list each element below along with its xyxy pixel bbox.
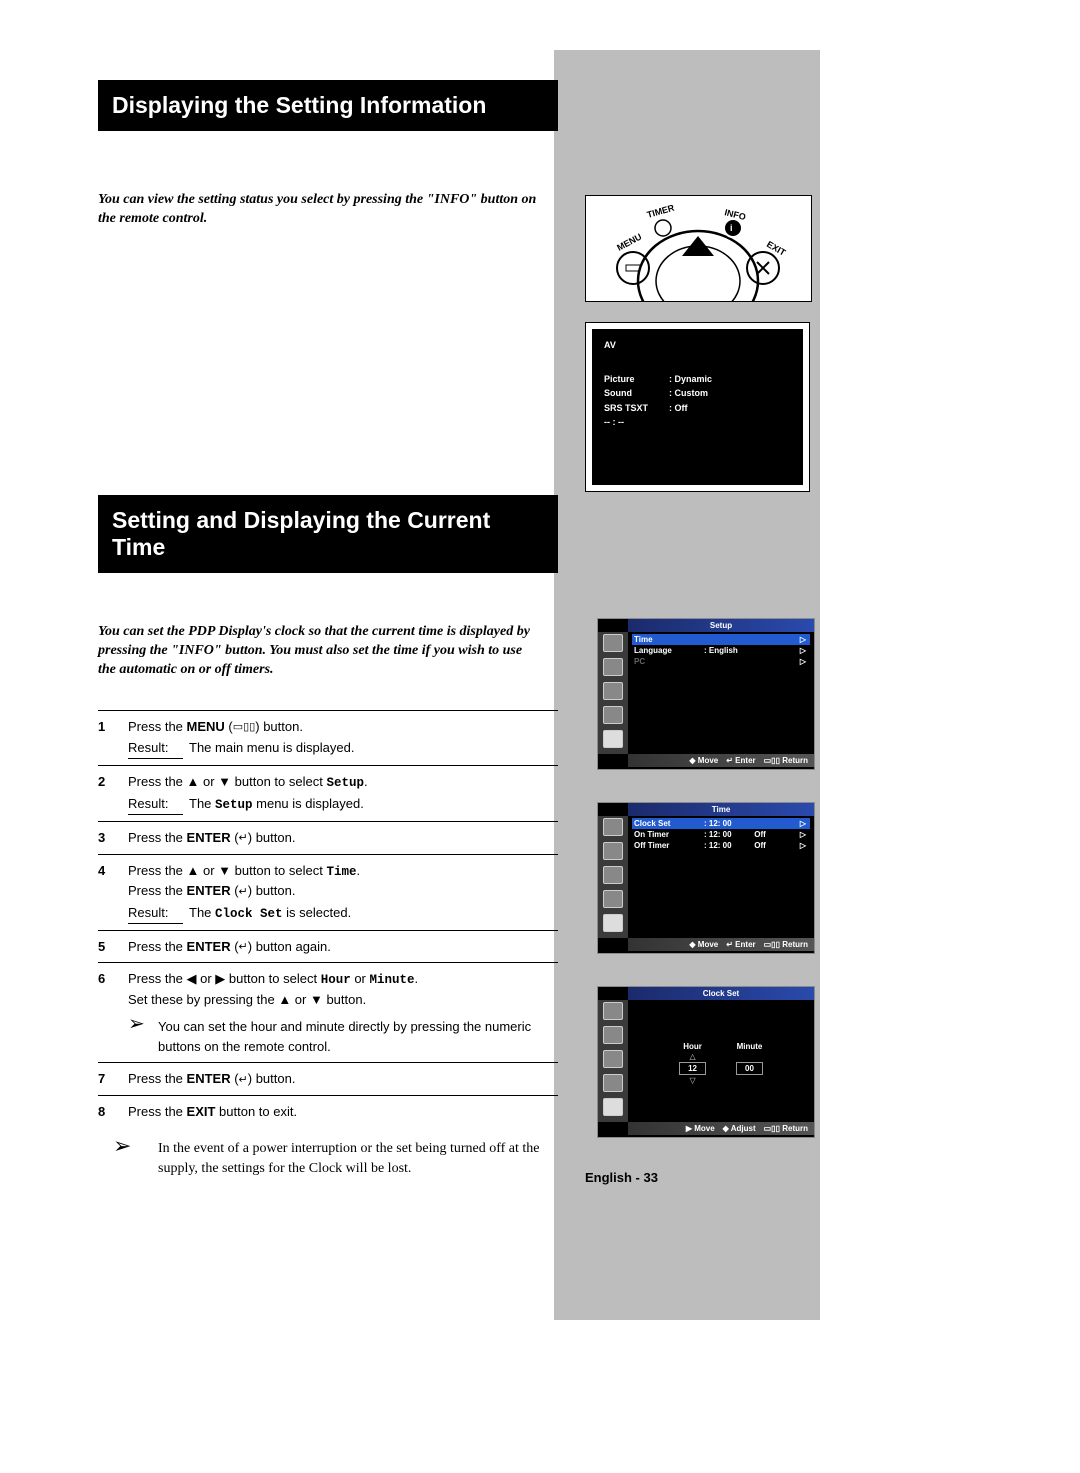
svg-text:i: i: [730, 223, 733, 233]
step-number: 1: [98, 719, 128, 734]
step-note-text: You can set the hour and minute directly…: [158, 1017, 558, 1056]
osd-row: Time▷: [632, 634, 810, 645]
step-body: Press the EXIT button to exit.: [128, 1102, 558, 1122]
intro-text-2: You can set the PDP Display's clock so t…: [98, 623, 538, 680]
osd-clockset-title: Clock Set: [628, 987, 814, 1000]
osd-sidebar-icons: [598, 816, 628, 938]
osd-foot-hint: ◆ Move: [689, 940, 718, 949]
step-body: Press the ◀ or ▶ button to select Hour o…: [128, 969, 558, 1009]
osd-foot-hint: ◆ Adjust: [723, 1124, 756, 1133]
result-text: The Setup menu is displayed.: [183, 794, 558, 815]
result-label: Result:: [128, 903, 183, 924]
step-body: Press the ENTER (↵) button again.: [128, 937, 558, 957]
step-number: 8: [98, 1104, 128, 1119]
intro-text-1: You can view the setting status you sele…: [98, 191, 538, 229]
osd-clock-set: Clock Set Hour △ 12 ▽ Minute △ 00: [597, 986, 815, 1138]
step-body: Press the ▲ or ▼ button to select Setup.: [128, 772, 558, 793]
remote-timer-label: TIMER: [646, 202, 676, 219]
step-row: 7Press the ENTER (↵) button.: [98, 1062, 558, 1095]
info-row: SRS TSXTOff: [604, 402, 791, 416]
step-number: 4: [98, 863, 128, 878]
section-heading-1: Displaying the Setting Information: [98, 80, 558, 131]
info-time: -- : --: [604, 416, 791, 430]
osd-foot-hint: ◆ Move: [689, 756, 718, 765]
osd-row: Language: English▷: [632, 645, 810, 656]
clock-minute-column: Minute △ 00 ▽: [736, 1042, 763, 1085]
step-number: 7: [98, 1071, 128, 1086]
step-number: 2: [98, 774, 128, 789]
info-display-box: AV PictureDynamicSoundCustomSRS TSXTOff …: [585, 322, 810, 492]
osd-sidebar-icons: [598, 632, 628, 754]
osd-foot-hint: ▭▯▯ Return: [764, 756, 808, 765]
clock-hour-label: Hour: [683, 1042, 702, 1051]
osd-foot-hint: ▶ Move: [686, 1124, 715, 1133]
osd-foot-hint: ↵ Enter: [726, 756, 755, 765]
step-row: 8Press the EXIT button to exit.: [98, 1095, 558, 1128]
note-arrow-icon: ➢: [128, 1017, 158, 1056]
result-text: The Clock Set is selected.: [183, 903, 558, 924]
step-body: Press the ENTER (↵) button.: [128, 828, 558, 848]
osd-sidebar-icons: [598, 1000, 628, 1122]
info-row: SoundCustom: [604, 387, 791, 401]
osd-time-title: Time: [628, 803, 814, 816]
step-row: 2Press the ▲ or ▼ button to select Setup…: [98, 765, 558, 822]
step-number: 6: [98, 971, 128, 986]
step-row: 1Press the MENU (▭▯▯) button.Result:The …: [98, 710, 558, 765]
remote-menu-label: MENU: [615, 231, 643, 252]
osd-row: On Timer: 12: 00Off▷: [632, 829, 810, 840]
osd-time: Time Clock Set: 12: 00▷On Timer: 12: 00O…: [597, 802, 815, 954]
osd-foot-hint: ▭▯▯ Return: [764, 1124, 808, 1133]
step-row: 3Press the ENTER (↵) button.: [98, 821, 558, 854]
step-number: 5: [98, 939, 128, 954]
clock-minute-value: 00: [736, 1062, 763, 1075]
step-number: 3: [98, 830, 128, 845]
osd-row: PC▷: [632, 656, 810, 667]
osd-foot-hint: ▭▯▯ Return: [764, 940, 808, 949]
page-footer: English - 33: [585, 1170, 658, 1185]
step-row: 6Press the ◀ or ▶ button to select Hour …: [98, 962, 558, 1062]
clock-hour-value: 12: [679, 1062, 706, 1075]
info-row: PictureDynamic: [604, 373, 791, 387]
osd-setup: Setup Time▷Language: English▷PC▷ ◆ Move ↵…: [597, 618, 815, 770]
remote-illustration: MENU EXIT TIMER INFO i: [585, 195, 812, 302]
result-label: Result:: [128, 738, 183, 759]
step-row: 4Press the ▲ or ▼ button to select Time.…: [98, 854, 558, 930]
step-body: Press the ▲ or ▼ button to select Time.P…: [128, 861, 558, 901]
clock-hour-column: Hour △ 12 ▽: [679, 1042, 706, 1085]
step-row: 5Press the ENTER (↵) button again.: [98, 930, 558, 963]
osd-row: Clock Set: 12: 00▷: [632, 818, 810, 829]
section-heading-2: Setting and Displaying the Current Time: [98, 495, 558, 573]
result-label: Result:: [128, 794, 183, 815]
osd-setup-title: Setup: [628, 619, 814, 632]
step-body: Press the ENTER (↵) button.: [128, 1069, 558, 1089]
clock-minute-label: Minute: [737, 1042, 763, 1051]
steps-list: 1Press the MENU (▭▯▯) button.Result:The …: [98, 710, 558, 1128]
osd-foot-hint: ↵ Enter: [726, 940, 755, 949]
info-mode: AV: [604, 339, 791, 353]
note-arrow-icon: ➢: [113, 1139, 158, 1178]
osd-row: Off Timer: 12: 00Off▷: [632, 840, 810, 851]
footer-note: ➢ In the event of a power interruption o…: [98, 1139, 558, 1178]
step-body: Press the MENU (▭▯▯) button.: [128, 717, 558, 737]
footer-note-text: In the event of a power interruption or …: [158, 1139, 558, 1178]
remote-exit-label: EXIT: [765, 239, 788, 258]
result-text: The main menu is displayed.: [183, 738, 558, 759]
